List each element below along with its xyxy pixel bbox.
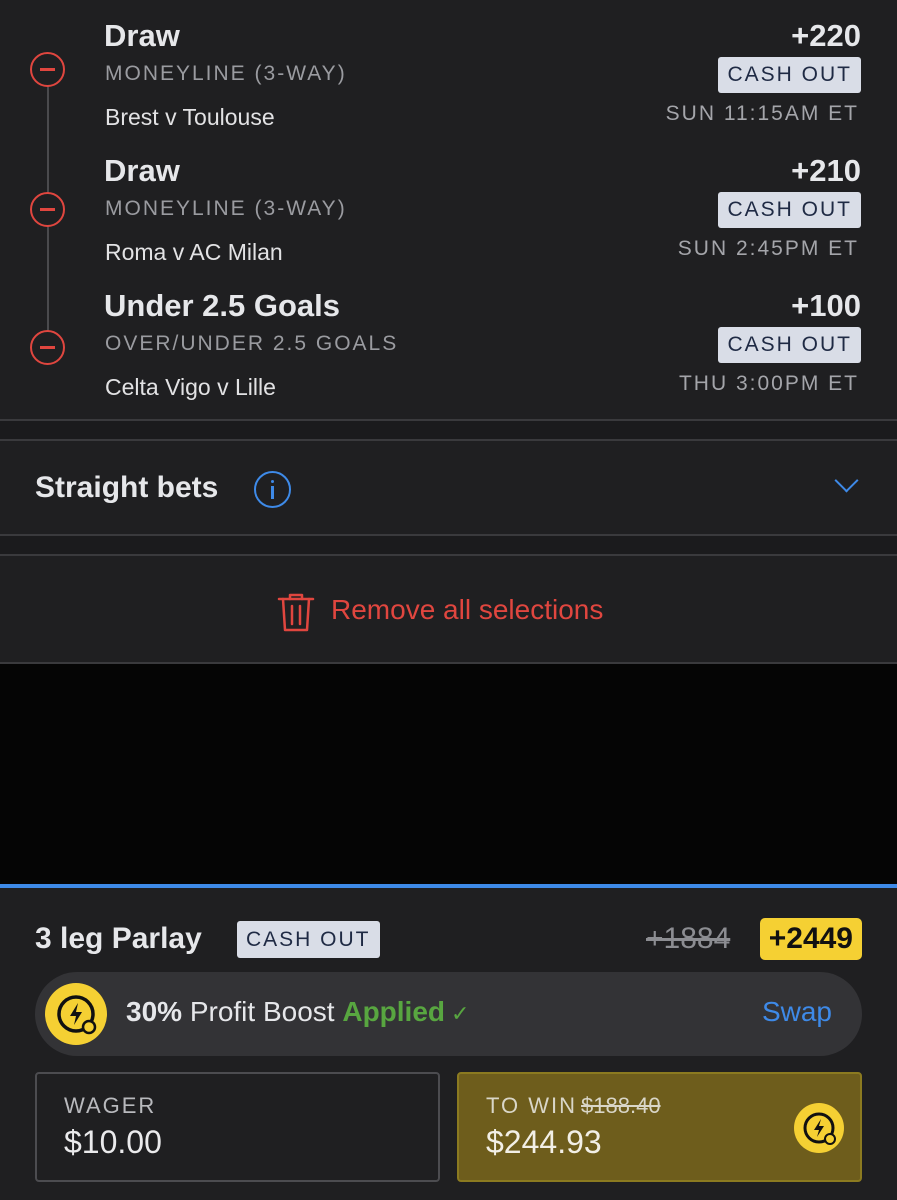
leg-market: MONEYLINE (3-WAY): [105, 62, 347, 85]
info-icon[interactable]: [254, 471, 291, 508]
leg-cashout-badge: CASH OUT: [718, 327, 861, 363]
to-win-value: $244.93: [486, 1124, 602, 1160]
leg-market: MONEYLINE (3-WAY): [105, 197, 347, 220]
leg-time: SUN 2:45PM ET: [677, 237, 859, 260]
wager-value: $10.00: [64, 1124, 162, 1160]
leg-event: Brest v Toulouse: [105, 104, 275, 130]
to-win-label: TO WIN: [486, 1093, 578, 1118]
boost-icon: [794, 1103, 844, 1153]
leg-odds: +220: [791, 18, 861, 53]
bet-slip: 3 leg Parlay CASH OUT +1884 +2449 30% Pr…: [0, 884, 897, 1200]
wager-input[interactable]: WAGER $10.00: [35, 1072, 440, 1182]
leg-3: Under 2.5 Goals OVER/UNDER 2.5 GOALS Cel…: [0, 270, 897, 405]
leg-market: OVER/UNDER 2.5 GOALS: [105, 332, 399, 355]
parlay-title: 3 leg Parlay: [35, 922, 202, 955]
remove-all-label: Remove all selections: [331, 594, 604, 625]
leg-odds: +100: [791, 288, 861, 323]
empty-area: [0, 664, 897, 884]
remove-leg-icon[interactable]: [30, 52, 65, 87]
wager-label: WAGER: [64, 1093, 157, 1118]
parlay-cashout-badge: CASH OUT: [237, 921, 380, 958]
leg-selection: Under 2.5 Goals: [104, 288, 341, 323]
parlay-original-odds: +1884: [646, 922, 731, 955]
to-win-box: TO WIN $188.40 $244.93: [457, 1072, 862, 1182]
to-win-label-row: TO WIN $188.40: [486, 1093, 661, 1119]
leg-cashout-badge: CASH OUT: [718, 57, 861, 93]
section-spacer: [0, 421, 897, 439]
leg-1: Draw MONEYLINE (3-WAY) Brest v Toulouse …: [0, 0, 897, 135]
leg-event: Celta Vigo v Lille: [105, 374, 276, 400]
parlay-legs: Draw MONEYLINE (3-WAY) Brest v Toulouse …: [0, 0, 897, 421]
remove-all-selections-button[interactable]: Remove all selections: [0, 554, 897, 664]
leg-time: THU 3:00PM ET: [678, 372, 859, 395]
section-spacer: [0, 536, 897, 554]
leg-cashout-badge: CASH OUT: [718, 192, 861, 228]
straight-bets-label: Straight bets: [35, 471, 219, 504]
leg-time: SUN 11:15AM ET: [665, 102, 859, 125]
boost-percent: 30%: [126, 996, 183, 1027]
trash-icon: [277, 593, 315, 632]
leg-2: Draw MONEYLINE (3-WAY) Roma v AC Milan +…: [0, 135, 897, 270]
remove-leg-icon[interactable]: [30, 330, 65, 365]
profit-boost-bar: 30% Profit Boost Applied ✓ Swap: [35, 972, 862, 1056]
straight-bets-row[interactable]: Straight bets: [0, 439, 897, 536]
leg-odds: +210: [791, 153, 861, 188]
leg-event: Roma v AC Milan: [105, 239, 283, 265]
boost-label: Profit Boost: [189, 996, 335, 1027]
remove-leg-icon[interactable]: [30, 192, 65, 227]
parlay-boosted-odds: +2449: [759, 918, 862, 960]
to-win-original-value: $188.40: [581, 1093, 661, 1118]
boost-text: 30% Profit Boost Applied ✓: [126, 996, 469, 1028]
boost-status: Applied: [342, 996, 446, 1027]
swap-boost-button[interactable]: Swap: [762, 996, 832, 1028]
leg-selection: Draw: [104, 153, 180, 188]
leg-selection: Draw: [104, 18, 180, 53]
check-icon: ✓: [451, 1001, 470, 1026]
boost-icon: [45, 983, 107, 1045]
